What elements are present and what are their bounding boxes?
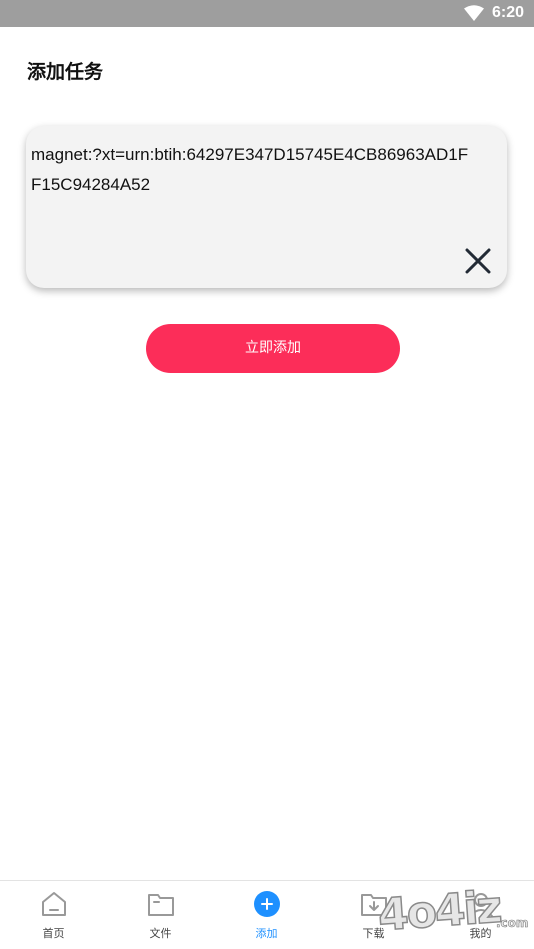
magnet-link-text[interactable]: magnet:?xt=urn:btih:64297E347D15745E4CB8…	[31, 140, 471, 200]
nav-label-add: 添加	[255, 927, 278, 940]
nav-label-home: 首页	[42, 927, 65, 940]
add-now-button[interactable]: 立即添加	[146, 324, 400, 373]
status-time: 6:20	[491, 4, 524, 21]
nav-item-files[interactable]: 文件	[107, 881, 214, 949]
nav-label-files: 文件	[149, 927, 172, 940]
page-title: 添加任务	[27, 61, 104, 83]
close-icon[interactable]	[463, 246, 493, 276]
watermark-suffix: .com	[496, 916, 529, 931]
folder-icon	[148, 894, 174, 916]
status-bar: 6:20	[0, 0, 534, 27]
home-icon	[42, 892, 66, 916]
add-icon	[254, 891, 280, 917]
wifi-icon	[464, 5, 484, 21]
watermark-logo: 4o4iz .com	[376, 881, 530, 944]
watermark-text: 4o4iz	[376, 881, 503, 942]
magnet-link-input[interactable]: magnet:?xt=urn:btih:64297E347D15745E4CB8…	[26, 126, 507, 288]
nav-item-add[interactable]: 添加	[213, 881, 320, 949]
nav-item-home[interactable]: 首页	[0, 881, 107, 949]
